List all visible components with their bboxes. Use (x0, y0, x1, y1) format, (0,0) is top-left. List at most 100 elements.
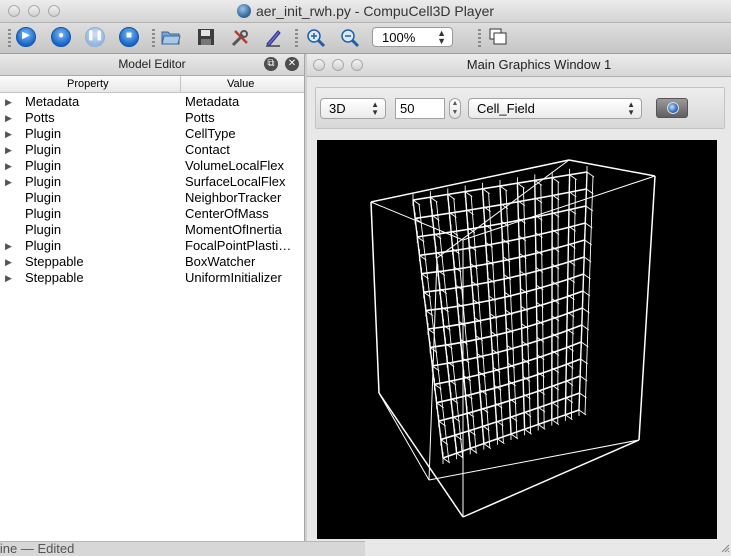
edit-button[interactable] (263, 28, 283, 48)
tree-row[interactable]: ▶ Plugin Contact (0, 142, 304, 158)
column-header-value[interactable]: Value (227, 78, 254, 90)
tree-row[interactable]: ▶ Steppable BoxWatcher (0, 254, 304, 270)
zoom-in-button[interactable] (306, 28, 326, 48)
view-mode-select[interactable]: 3D ▲▼ (320, 98, 386, 119)
main-toolbar: ▶ ● ❚❚ ■ (0, 23, 731, 54)
zoom-out-icon (340, 28, 360, 48)
model-editor-title: Model Editor (0, 57, 304, 71)
tree-row[interactable]: ▶ Metadata Metadata (0, 94, 304, 110)
column-headers: Property Value (0, 76, 304, 93)
row-value: CellType (185, 126, 300, 142)
graphics-window-title-bar: Main Graphics Window 1 (307, 54, 731, 77)
toolbar-grip (8, 29, 11, 47)
background-window-strip: line — Edited (0, 541, 365, 556)
tree-row[interactable]: ▶ Steppable UniformInitializer (0, 270, 304, 286)
row-value: NeighborTracker (185, 190, 300, 206)
expand-triangle-icon[interactable]: ▶ (5, 174, 12, 190)
window-title: aer_init_rwh.py - CompuCell3D Player (256, 3, 494, 19)
chevron-updown-icon: ▲▼ (437, 29, 446, 45)
render-canvas[interactable] (317, 140, 717, 539)
toolbar-separator (152, 29, 155, 47)
model-editor-panel: Model Editor ⧉ ✕ Property Value ▶ Metadat… (0, 54, 304, 555)
open-button[interactable] (161, 28, 181, 48)
row-property: Plugin (25, 238, 61, 254)
play-icon: ● (52, 30, 70, 41)
zoom-value: 100% (382, 30, 415, 45)
tree-row[interactable]: ▶ Potts Potts (0, 110, 304, 126)
run-button[interactable]: ● (51, 27, 71, 47)
screenshot-button[interactable] (656, 98, 688, 118)
column-header-property[interactable]: Property (67, 78, 109, 90)
expand-triangle-icon[interactable]: ▶ (5, 254, 12, 270)
pause-icon: ❚❚ (86, 30, 104, 41)
zoom-select[interactable]: 100% ▲▼ (372, 27, 453, 47)
row-property: Plugin (25, 126, 61, 142)
expand-triangle-icon[interactable]: ▶ (5, 238, 12, 254)
row-property: Potts (25, 110, 55, 126)
tools-button[interactable] (230, 28, 250, 48)
expand-triangle-icon[interactable]: ▶ (5, 110, 12, 126)
resize-grip-icon[interactable] (720, 543, 730, 553)
tree-row[interactable]: PluginNeighborTracker (0, 190, 304, 206)
save-button[interactable] (196, 28, 216, 48)
slice-value: 50 (400, 101, 414, 116)
field-select[interactable]: Cell_Field ▲▼ (468, 98, 642, 119)
tree-row[interactable]: ▶ Plugin FocalPointPlasti… (0, 238, 304, 254)
row-property: Plugin (25, 158, 61, 174)
graphics-toolbar: 3D ▲▼ 50 ▲▼ Cell_Field ▲▼ (315, 87, 725, 129)
graphics-window: Main Graphics Window 1 3D ▲▼ 50 ▲▼ Cell_… (307, 54, 731, 555)
row-value: Contact (185, 142, 300, 158)
folder-icon (161, 28, 181, 46)
slice-input[interactable]: 50 (395, 98, 445, 119)
column-divider[interactable] (180, 76, 181, 92)
run-step-button[interactable]: ▶ (16, 27, 36, 47)
windows-icon (489, 28, 507, 46)
row-property: Steppable (25, 270, 84, 286)
row-property: Plugin (25, 174, 61, 190)
row-value: SurfaceLocalFlex (185, 174, 300, 190)
row-value: BoxWatcher (185, 254, 300, 270)
stop-icon: ■ (120, 30, 138, 41)
step-icon: ▶ (17, 30, 35, 41)
close-panel-button[interactable]: ✕ (285, 57, 299, 71)
tree-row[interactable]: ▶ Plugin VolumeLocalFlex (0, 158, 304, 174)
tree-row[interactable]: Plugin CenterOfMass (0, 206, 304, 222)
zoom-out-button[interactable] (340, 28, 360, 48)
row-value: VolumeLocalFlex (185, 158, 300, 174)
view-mode-value: 3D (329, 101, 346, 116)
expand-triangle-icon[interactable]: ▶ (5, 126, 12, 142)
row-property: Plugin (25, 206, 61, 222)
row-property: Plugin (25, 142, 61, 158)
row-value: UniformInitializer (185, 270, 300, 286)
row-value: Potts (185, 110, 300, 126)
tree-row[interactable]: ▶ Plugin SurfaceLocalFlex (0, 174, 304, 190)
expand-triangle-icon[interactable]: ▶ (5, 94, 12, 110)
undock-icon: ⧉ (267, 58, 274, 69)
row-property: Metadata (25, 94, 79, 110)
tile-windows-button[interactable] (488, 28, 508, 48)
camera-icon (667, 102, 679, 114)
pause-button[interactable]: ❚❚ (85, 27, 105, 47)
expand-triangle-icon[interactable]: ▶ (5, 142, 12, 158)
row-property: Steppable (25, 254, 84, 270)
row-property: Plugin (25, 222, 61, 238)
undock-button[interactable]: ⧉ (264, 57, 278, 71)
zoom-in-icon (306, 28, 326, 48)
expand-triangle-icon[interactable]: ▶ (5, 270, 12, 286)
pencil-icon (263, 28, 283, 48)
expand-triangle-icon[interactable]: ▶ (5, 158, 12, 174)
row-value: CenterOfMass (185, 206, 300, 222)
tree-row[interactable]: ▶ Plugin CellType (0, 126, 304, 142)
model-editor-header: Model Editor ⧉ ✕ (0, 54, 304, 76)
wrench-icon (230, 28, 250, 48)
stop-button[interactable]: ■ (119, 27, 139, 47)
slice-stepper[interactable]: ▲▼ (449, 98, 461, 119)
close-icon: ✕ (288, 58, 296, 69)
window-title-bar: aer_init_rwh.py - CompuCell3D Player (0, 0, 731, 23)
row-value: Metadata (185, 94, 300, 110)
property-tree: ▶ Metadata Metadata ▶ Potts Potts ▶ Plugin CellT… (0, 94, 304, 286)
row-value: FocalPointPlasti… (185, 238, 300, 254)
tree-row[interactable]: PluginMomentOfInertia (0, 222, 304, 238)
cell-field-wireframe (317, 140, 717, 539)
field-value: Cell_Field (477, 101, 535, 116)
